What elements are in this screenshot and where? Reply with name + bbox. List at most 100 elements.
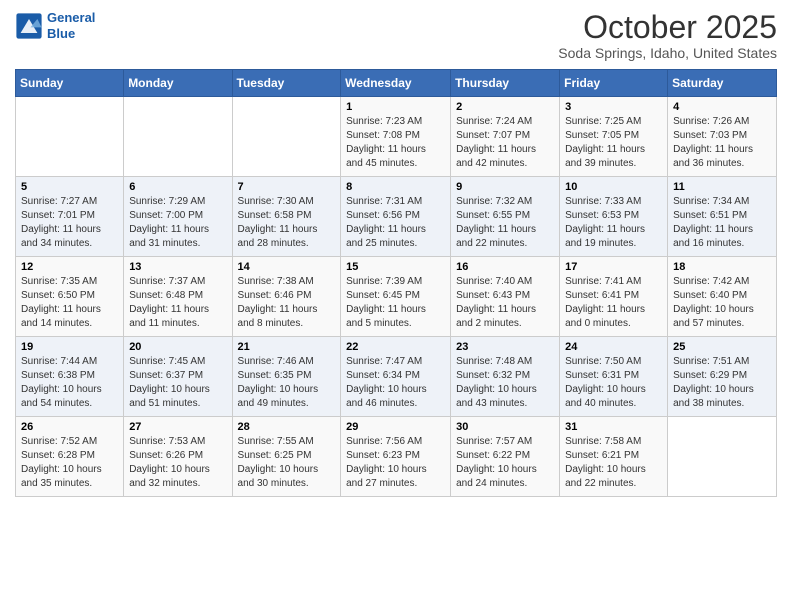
calendar-cell: 18 Sunrise: 7:42 AMSunset: 6:40 PMDayligh… [668,257,777,337]
day-number: 3 [565,101,662,113]
logo-icon [15,12,43,40]
day-number: 30 [456,421,554,433]
calendar-cell: 11 Sunrise: 7:34 AMSunset: 6:51 PMDayligh… [668,177,777,257]
header: General Blue October 2025 Soda Springs, … [15,10,777,61]
day-info: Sunrise: 7:52 AMSunset: 6:28 PMDaylight:… [21,435,118,491]
calendar-cell: 19 Sunrise: 7:44 AMSunset: 6:38 PMDayligh… [16,337,124,417]
location-subtitle: Soda Springs, Idaho, United States [558,45,777,61]
day-number: 2 [456,101,554,113]
calendar-cell: 16 Sunrise: 7:40 AMSunset: 6:43 PMDayligh… [451,257,560,337]
day-info: Sunrise: 7:40 AMSunset: 6:43 PMDaylight:… [456,275,554,331]
calendar-cell: 25 Sunrise: 7:51 AMSunset: 6:29 PMDayligh… [668,337,777,417]
weekday-sunday: Sunday [16,70,124,97]
day-info: Sunrise: 7:48 AMSunset: 6:32 PMDaylight:… [456,355,554,411]
day-number: 7 [238,181,336,193]
day-number: 15 [346,261,445,273]
calendar-cell: 24 Sunrise: 7:50 AMSunset: 6:31 PMDayligh… [560,337,668,417]
day-info: Sunrise: 7:29 AMSunset: 7:00 PMDaylight:… [129,195,226,251]
day-info: Sunrise: 7:51 AMSunset: 6:29 PMDaylight:… [673,355,771,411]
calendar-cell [232,97,341,177]
day-number: 6 [129,181,226,193]
day-number: 20 [129,341,226,353]
week-row-5: 26 Sunrise: 7:52 AMSunset: 6:28 PMDayligh… [16,417,777,497]
weekday-tuesday: Tuesday [232,70,341,97]
day-number: 11 [673,181,771,193]
calendar-cell: 10 Sunrise: 7:33 AMSunset: 6:53 PMDayligh… [560,177,668,257]
day-info: Sunrise: 7:42 AMSunset: 6:40 PMDaylight:… [673,275,771,331]
day-info: Sunrise: 7:31 AMSunset: 6:56 PMDaylight:… [346,195,445,251]
weekday-monday: Monday [124,70,232,97]
day-info: Sunrise: 7:30 AMSunset: 6:58 PMDaylight:… [238,195,336,251]
calendar-cell: 21Sunrise: 7:46 AMSunset: 6:35 PMDayligh… [232,337,341,417]
calendar-cell: 30 Sunrise: 7:57 AMSunset: 6:22 PMDayligh… [451,417,560,497]
day-number: 13 [129,261,226,273]
calendar-cell: 8Sunrise: 7:31 AMSunset: 6:56 PMDaylight… [341,177,451,257]
weekday-header-row: SundayMondayTuesdayWednesdayThursdayFrid… [16,70,777,97]
day-info: Sunrise: 7:23 AMSunset: 7:08 PMDaylight:… [346,115,445,171]
day-number: 22 [346,341,445,353]
calendar-cell: 31Sunrise: 7:58 AMSunset: 6:21 PMDayligh… [560,417,668,497]
calendar-cell: 28 Sunrise: 7:55 AMSunset: 6:25 PMDayligh… [232,417,341,497]
calendar-cell: 14 Sunrise: 7:38 AMSunset: 6:46 PMDayligh… [232,257,341,337]
day-number: 12 [21,261,118,273]
day-number: 28 [238,421,336,433]
logo-line2: Blue [47,26,75,41]
weekday-saturday: Saturday [668,70,777,97]
day-info: Sunrise: 7:55 AMSunset: 6:25 PMDaylight:… [238,435,336,491]
day-info: Sunrise: 7:32 AMSunset: 6:55 PMDaylight:… [456,195,554,251]
logo: General Blue [15,10,95,41]
calendar-cell: 20 Sunrise: 7:45 AMSunset: 6:37 PMDayligh… [124,337,232,417]
day-info: Sunrise: 7:45 AMSunset: 6:37 PMDaylight:… [129,355,226,411]
day-number: 29 [346,421,445,433]
day-number: 19 [21,341,118,353]
month-title: October 2025 [558,10,777,45]
calendar-cell [124,97,232,177]
day-info: Sunrise: 7:56 AMSunset: 6:23 PMDaylight:… [346,435,445,491]
day-info: Sunrise: 7:41 AMSunset: 6:41 PMDaylight:… [565,275,662,331]
calendar-cell: 6 Sunrise: 7:29 AMSunset: 7:00 PMDaylight… [124,177,232,257]
week-row-1: 1 Sunrise: 7:23 AMSunset: 7:08 PMDaylight… [16,97,777,177]
day-number: 14 [238,261,336,273]
week-row-4: 19 Sunrise: 7:44 AMSunset: 6:38 PMDayligh… [16,337,777,417]
day-info: Sunrise: 7:44 AMSunset: 6:38 PMDaylight:… [21,355,118,411]
day-number: 27 [129,421,226,433]
calendar-cell: 7 Sunrise: 7:30 AMSunset: 6:58 PMDaylight… [232,177,341,257]
calendar-cell [16,97,124,177]
day-info: Sunrise: 7:38 AMSunset: 6:46 PMDaylight:… [238,275,336,331]
day-number: 16 [456,261,554,273]
day-info: Sunrise: 7:58 AMSunset: 6:21 PMDaylight:… [565,435,662,491]
day-number: 18 [673,261,771,273]
day-info: Sunrise: 7:35 AMSunset: 6:50 PMDaylight:… [21,275,118,331]
day-number: 24 [565,341,662,353]
calendar-cell: 17 Sunrise: 7:41 AMSunset: 6:41 PMDayligh… [560,257,668,337]
weekday-wednesday: Wednesday [341,70,451,97]
day-info: Sunrise: 7:33 AMSunset: 6:53 PMDaylight:… [565,195,662,251]
day-info: Sunrise: 7:26 AMSunset: 7:03 PMDaylight:… [673,115,771,171]
day-number: 10 [565,181,662,193]
day-info: Sunrise: 7:37 AMSunset: 6:48 PMDaylight:… [129,275,226,331]
calendar-cell: 13 Sunrise: 7:37 AMSunset: 6:48 PMDayligh… [124,257,232,337]
calendar-cell [668,417,777,497]
day-number: 21 [238,341,336,353]
day-number: 26 [21,421,118,433]
logo-text: General Blue [47,10,95,41]
calendar-cell: 12 Sunrise: 7:35 AMSunset: 6:50 PMDayligh… [16,257,124,337]
day-info: Sunrise: 7:57 AMSunset: 6:22 PMDaylight:… [456,435,554,491]
day-info: Sunrise: 7:50 AMSunset: 6:31 PMDaylight:… [565,355,662,411]
logo-line1: General [47,10,95,25]
day-number: 1 [346,101,445,113]
day-info: Sunrise: 7:47 AMSunset: 6:34 PMDaylight:… [346,355,445,411]
day-number: 4 [673,101,771,113]
calendar-cell: 1 Sunrise: 7:23 AMSunset: 7:08 PMDaylight… [341,97,451,177]
day-info: Sunrise: 7:24 AMSunset: 7:07 PMDaylight:… [456,115,554,171]
day-number: 17 [565,261,662,273]
calendar-cell: 3Sunrise: 7:25 AMSunset: 7:05 PMDaylight… [560,97,668,177]
calendar-cell: 23Sunrise: 7:48 AMSunset: 6:32 PMDayligh… [451,337,560,417]
weekday-friday: Friday [560,70,668,97]
calendar: SundayMondayTuesdayWednesdayThursdayFrid… [15,69,777,497]
day-number: 5 [21,181,118,193]
day-number: 25 [673,341,771,353]
day-info: Sunrise: 7:34 AMSunset: 6:51 PMDaylight:… [673,195,771,251]
calendar-cell: 29 Sunrise: 7:56 AMSunset: 6:23 PMDayligh… [341,417,451,497]
calendar-cell: 15Sunrise: 7:39 AMSunset: 6:45 PMDayligh… [341,257,451,337]
